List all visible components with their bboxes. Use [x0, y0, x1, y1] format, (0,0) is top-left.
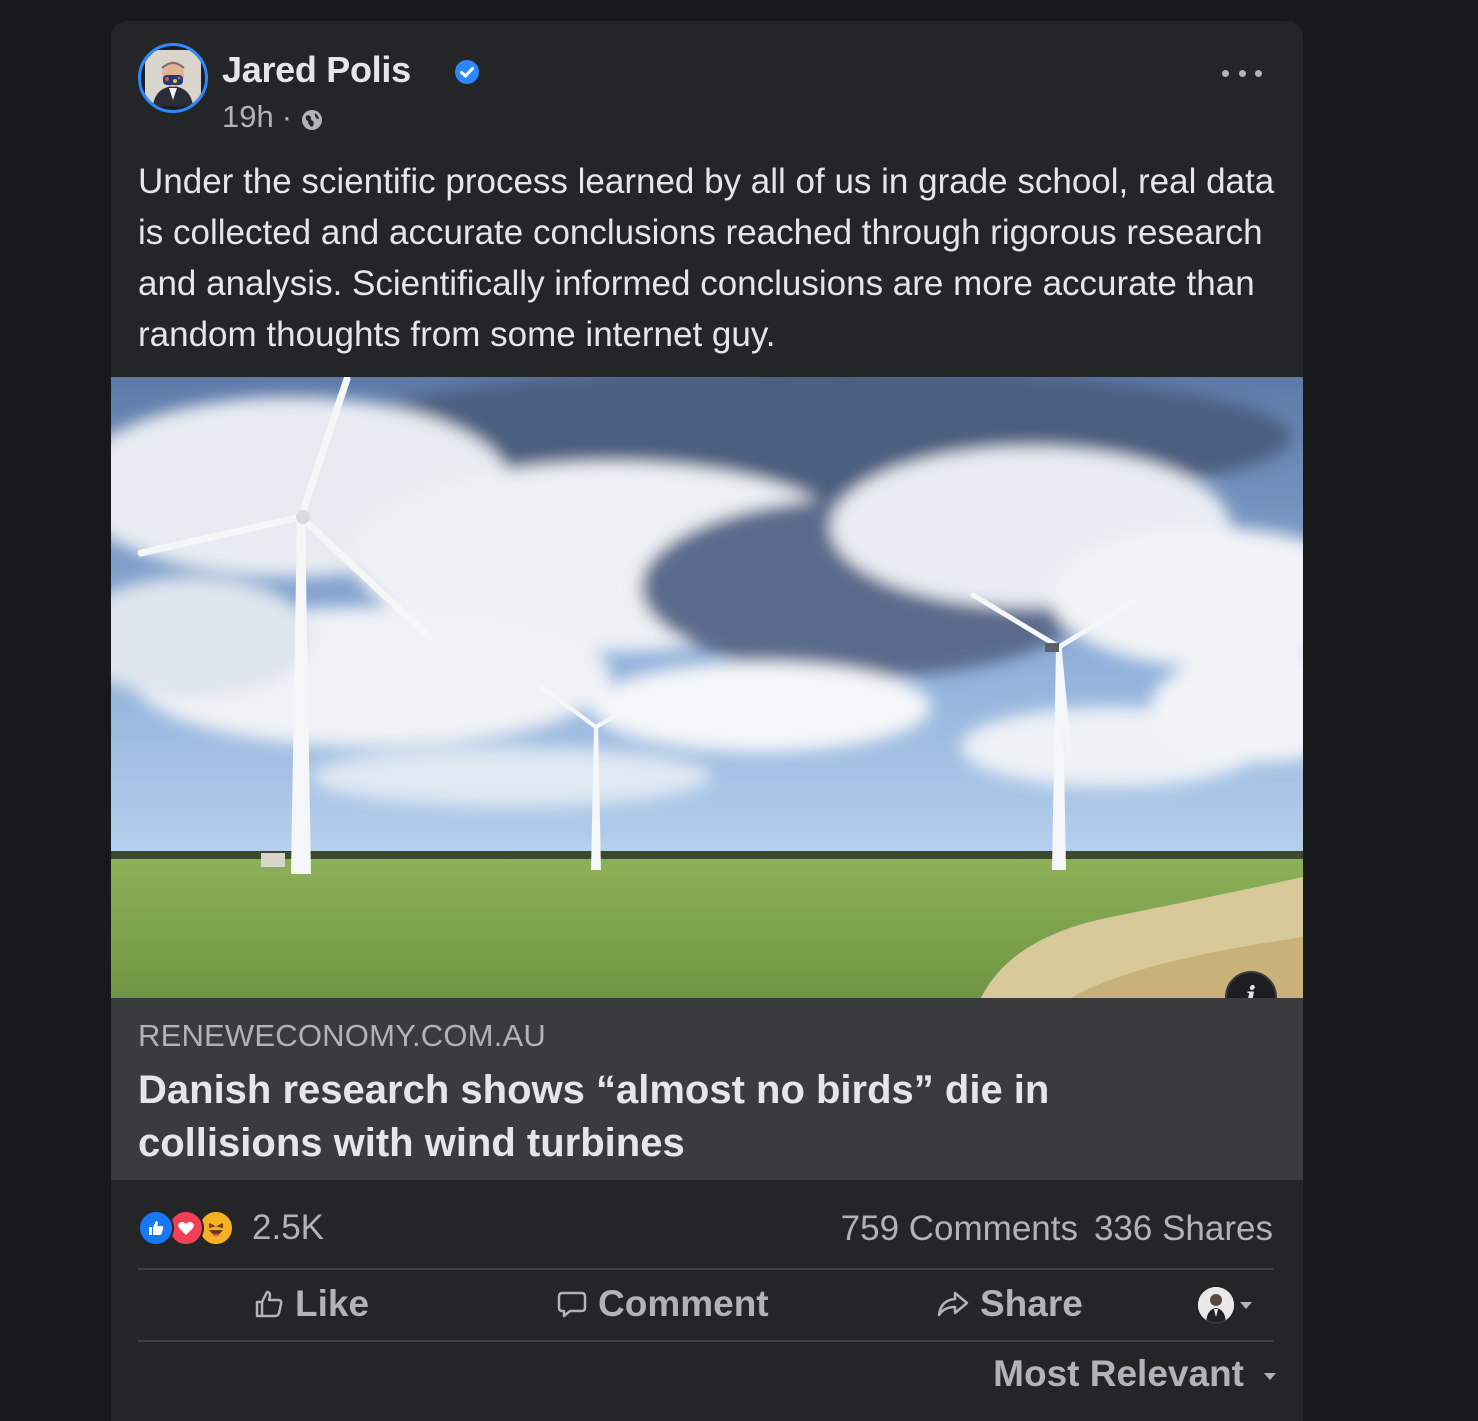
reactions-summary[interactable]: 2.5K [138, 1208, 324, 1248]
engagement-stats: 2.5K 759 Comments 336 Shares [138, 1201, 1273, 1257]
action-bar: Like Comment Share [138, 1271, 1273, 1341]
like-label: Like [295, 1283, 370, 1324]
avatar-portrait [145, 50, 201, 106]
comments-sort-dropdown[interactable]: Most Relevant [993, 1353, 1276, 1395]
divider [138, 1340, 1273, 1342]
post-header: Jared Polis 19h · [138, 43, 1278, 135]
thumbs-up-icon [255, 1290, 283, 1318]
share-label: Share [980, 1283, 1083, 1324]
share-button[interactable]: Share [936, 1283, 1083, 1325]
chevron-down-icon [1240, 1301, 1252, 1309]
more-dot [1238, 69, 1246, 77]
author-name[interactable]: Jared Polis [222, 49, 411, 91]
reaction-count: 2.5K [252, 1208, 324, 1247]
globe-icon[interactable] [300, 108, 324, 132]
more-dot [1255, 69, 1262, 77]
link-domain: RENEWECONOMY.COM.AU [138, 1018, 546, 1053]
comment-bubble-icon [557, 1291, 587, 1318]
link-preview-image[interactable] [111, 377, 1303, 998]
author-avatar[interactable] [138, 43, 208, 113]
post-timestamp[interactable]: 19h [222, 99, 274, 135]
shares-count[interactable]: 336 Shares [1094, 1209, 1273, 1249]
comments-count[interactable]: 759 Comments [841, 1209, 1078, 1249]
post-as-selector[interactable] [1198, 1287, 1252, 1323]
verified-badge-icon [455, 60, 479, 84]
like-button[interactable]: Like [253, 1283, 369, 1325]
post-meta: 19h · [222, 99, 324, 135]
comment-label: Comment [598, 1283, 769, 1324]
post-text: Under the scientific process learned by … [138, 162, 1275, 354]
sort-label: Most Relevant [993, 1353, 1244, 1394]
like-icon [138, 1210, 174, 1246]
post-card: Jared Polis 19h · Under the scientific p… [111, 21, 1303, 1421]
comment-share-counts: 759 Comments 336 Shares [841, 1209, 1273, 1249]
chevron-down-icon [1264, 1372, 1276, 1380]
divider [138, 1268, 1273, 1270]
meta-separator: · [281, 99, 293, 134]
share-arrow-icon [937, 1291, 969, 1317]
more-dot [1222, 69, 1229, 77]
comment-button[interactable]: Comment [556, 1283, 769, 1325]
more-options-icon[interactable] [1222, 63, 1262, 83]
link-headline[interactable]: Danish research shows “almost no birds” … [138, 1064, 1198, 1170]
profile-avatar [1198, 1287, 1234, 1323]
link-caption[interactable]: RENEWECONOMY.COM.AU Danish research show… [111, 998, 1303, 1180]
reaction-icons [138, 1210, 240, 1246]
wind-turbines-photo [111, 377, 1303, 998]
